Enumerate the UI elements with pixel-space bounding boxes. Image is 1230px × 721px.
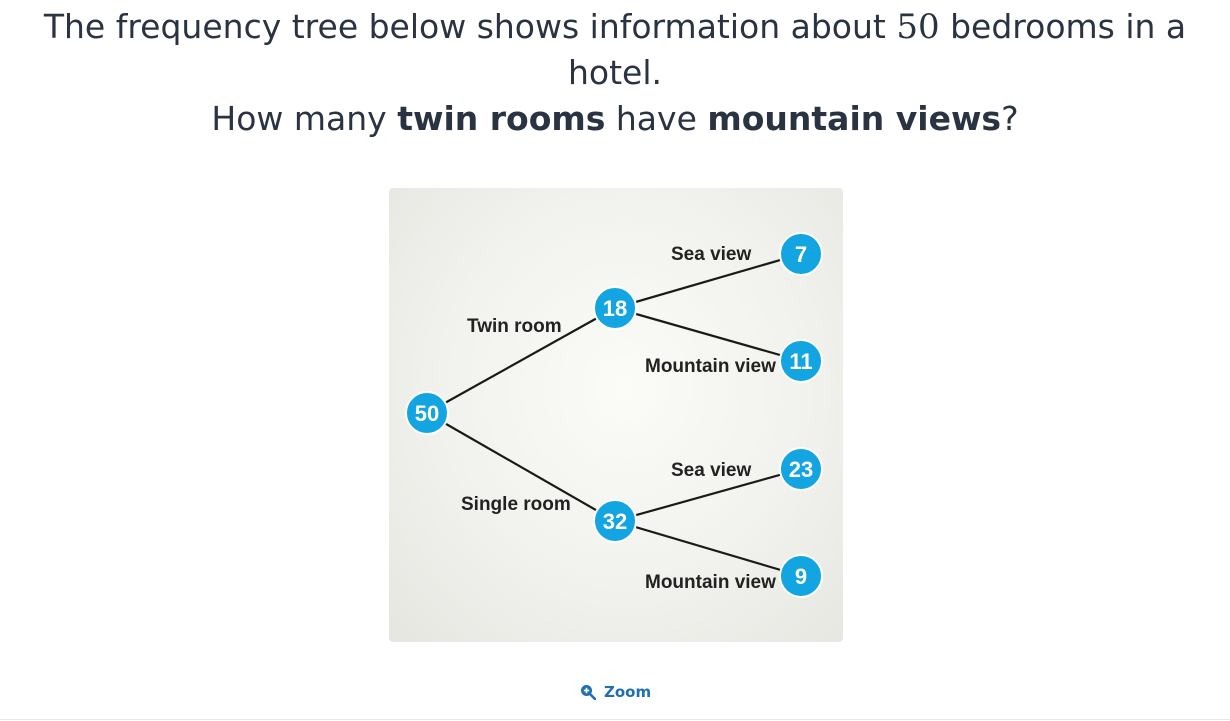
branch-twin-mountain <box>614 306 802 363</box>
branch-single-mountain <box>614 519 802 578</box>
node-root: 50 <box>405 391 449 435</box>
label-twin-room: Twin room <box>467 316 562 337</box>
node-twin-total: 18 <box>593 286 637 330</box>
question-line-2: How many twin rooms have mountain views? <box>211 99 1019 138</box>
svg-text:7: 7 <box>795 242 807 267</box>
node-twin-sea: 7 <box>779 232 823 276</box>
svg-text:9: 9 <box>795 564 807 589</box>
divider <box>0 719 1230 720</box>
frequency-tree-figure: Twin room Single room Sea view Mountain … <box>389 188 843 642</box>
zoom-label: Zoom <box>604 683 652 701</box>
zoom-in-icon <box>580 684 597 701</box>
svg-text:32: 32 <box>603 509 627 534</box>
label-single-mountain-view: Mountain view <box>645 572 776 593</box>
node-twin-mountain: 11 <box>779 339 823 383</box>
label-single-room: Single room <box>461 494 571 515</box>
node-single-mountain: 9 <box>779 554 823 598</box>
emphasis-mountain-views: mountain views <box>707 99 1002 138</box>
svg-text:23: 23 <box>789 457 813 482</box>
label-twin-sea-view: Sea view <box>671 244 751 265</box>
question-text: The frequency tree below shows informati… <box>20 4 1210 142</box>
label-single-sea-view: Sea view <box>671 460 751 481</box>
node-single-sea: 23 <box>779 447 823 491</box>
emphasis-twin-rooms: twin rooms <box>397 99 606 138</box>
math-number: 50 <box>896 7 940 47</box>
svg-text:50: 50 <box>415 401 439 426</box>
label-twin-mountain-view: Mountain view <box>645 356 776 377</box>
zoom-button[interactable]: Zoom <box>580 681 651 703</box>
question-line-1: The frequency tree below shows informati… <box>43 7 1187 92</box>
svg-text:18: 18 <box>603 296 627 321</box>
frequency-tree-diagram: Twin room Single room Sea view Mountain … <box>405 232 823 598</box>
node-single-total: 32 <box>593 499 637 543</box>
svg-text:11: 11 <box>789 349 812 374</box>
